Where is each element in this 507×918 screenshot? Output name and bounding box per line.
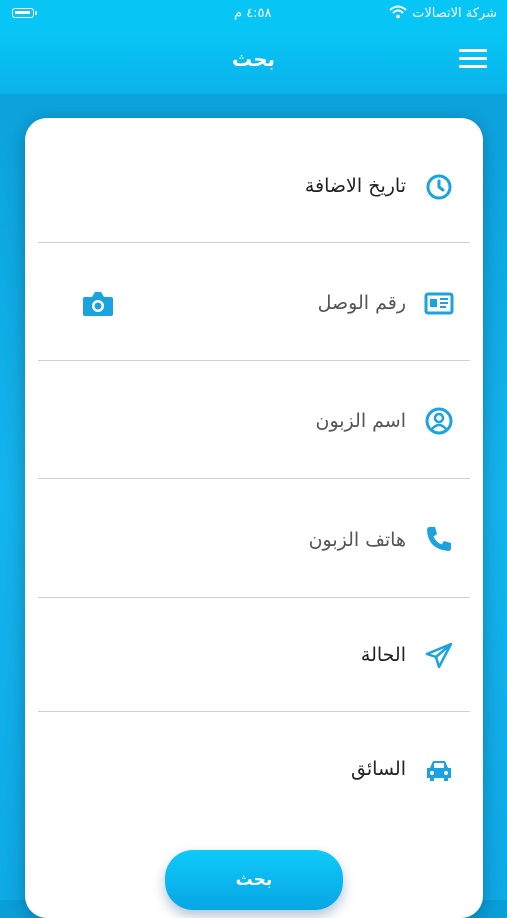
wifi-icon xyxy=(389,5,407,23)
field-driver[interactable]: السائق xyxy=(38,711,470,825)
battery-icon xyxy=(12,8,37,18)
field-label: هاتف الزبون xyxy=(308,529,406,551)
nav-bar: بحث xyxy=(0,30,507,94)
search-form-card: تاريخ الاضافة رقم الوصل اسم الزبون هاتف … xyxy=(25,118,483,918)
field-customer-name[interactable]: اسم الزبون xyxy=(38,360,470,479)
phone-icon xyxy=(424,524,454,554)
carrier-name: شركة الاتصالات xyxy=(412,6,497,21)
paper-plane-icon xyxy=(424,641,454,671)
field-label: الحالة xyxy=(360,644,406,666)
car-icon xyxy=(424,756,454,786)
field-customer-phone[interactable]: هاتف الزبون xyxy=(38,478,470,598)
search-button[interactable]: بحث xyxy=(165,850,343,910)
field-label: رقم الوصل xyxy=(317,292,406,314)
id-card-icon xyxy=(424,288,454,318)
field-label: السائق xyxy=(351,758,406,780)
field-status[interactable]: الحالة xyxy=(38,597,470,712)
hamburger-menu-icon[interactable] xyxy=(459,49,487,71)
page-title: بحث xyxy=(231,47,276,71)
field-date-added[interactable]: تاريخ الاضافة xyxy=(38,118,470,243)
clock-icon xyxy=(424,172,454,202)
status-bar: شركة الاتصالات ٤:٥٨ م xyxy=(0,0,507,30)
field-receipt-number[interactable]: رقم الوصل xyxy=(38,242,470,361)
field-label: اسم الزبون xyxy=(315,410,407,432)
camera-icon[interactable] xyxy=(82,289,114,317)
clock-time: ٤:٥٨ م xyxy=(234,6,272,21)
user-circle-icon xyxy=(424,406,454,436)
field-label: تاريخ الاضافة xyxy=(304,175,406,197)
